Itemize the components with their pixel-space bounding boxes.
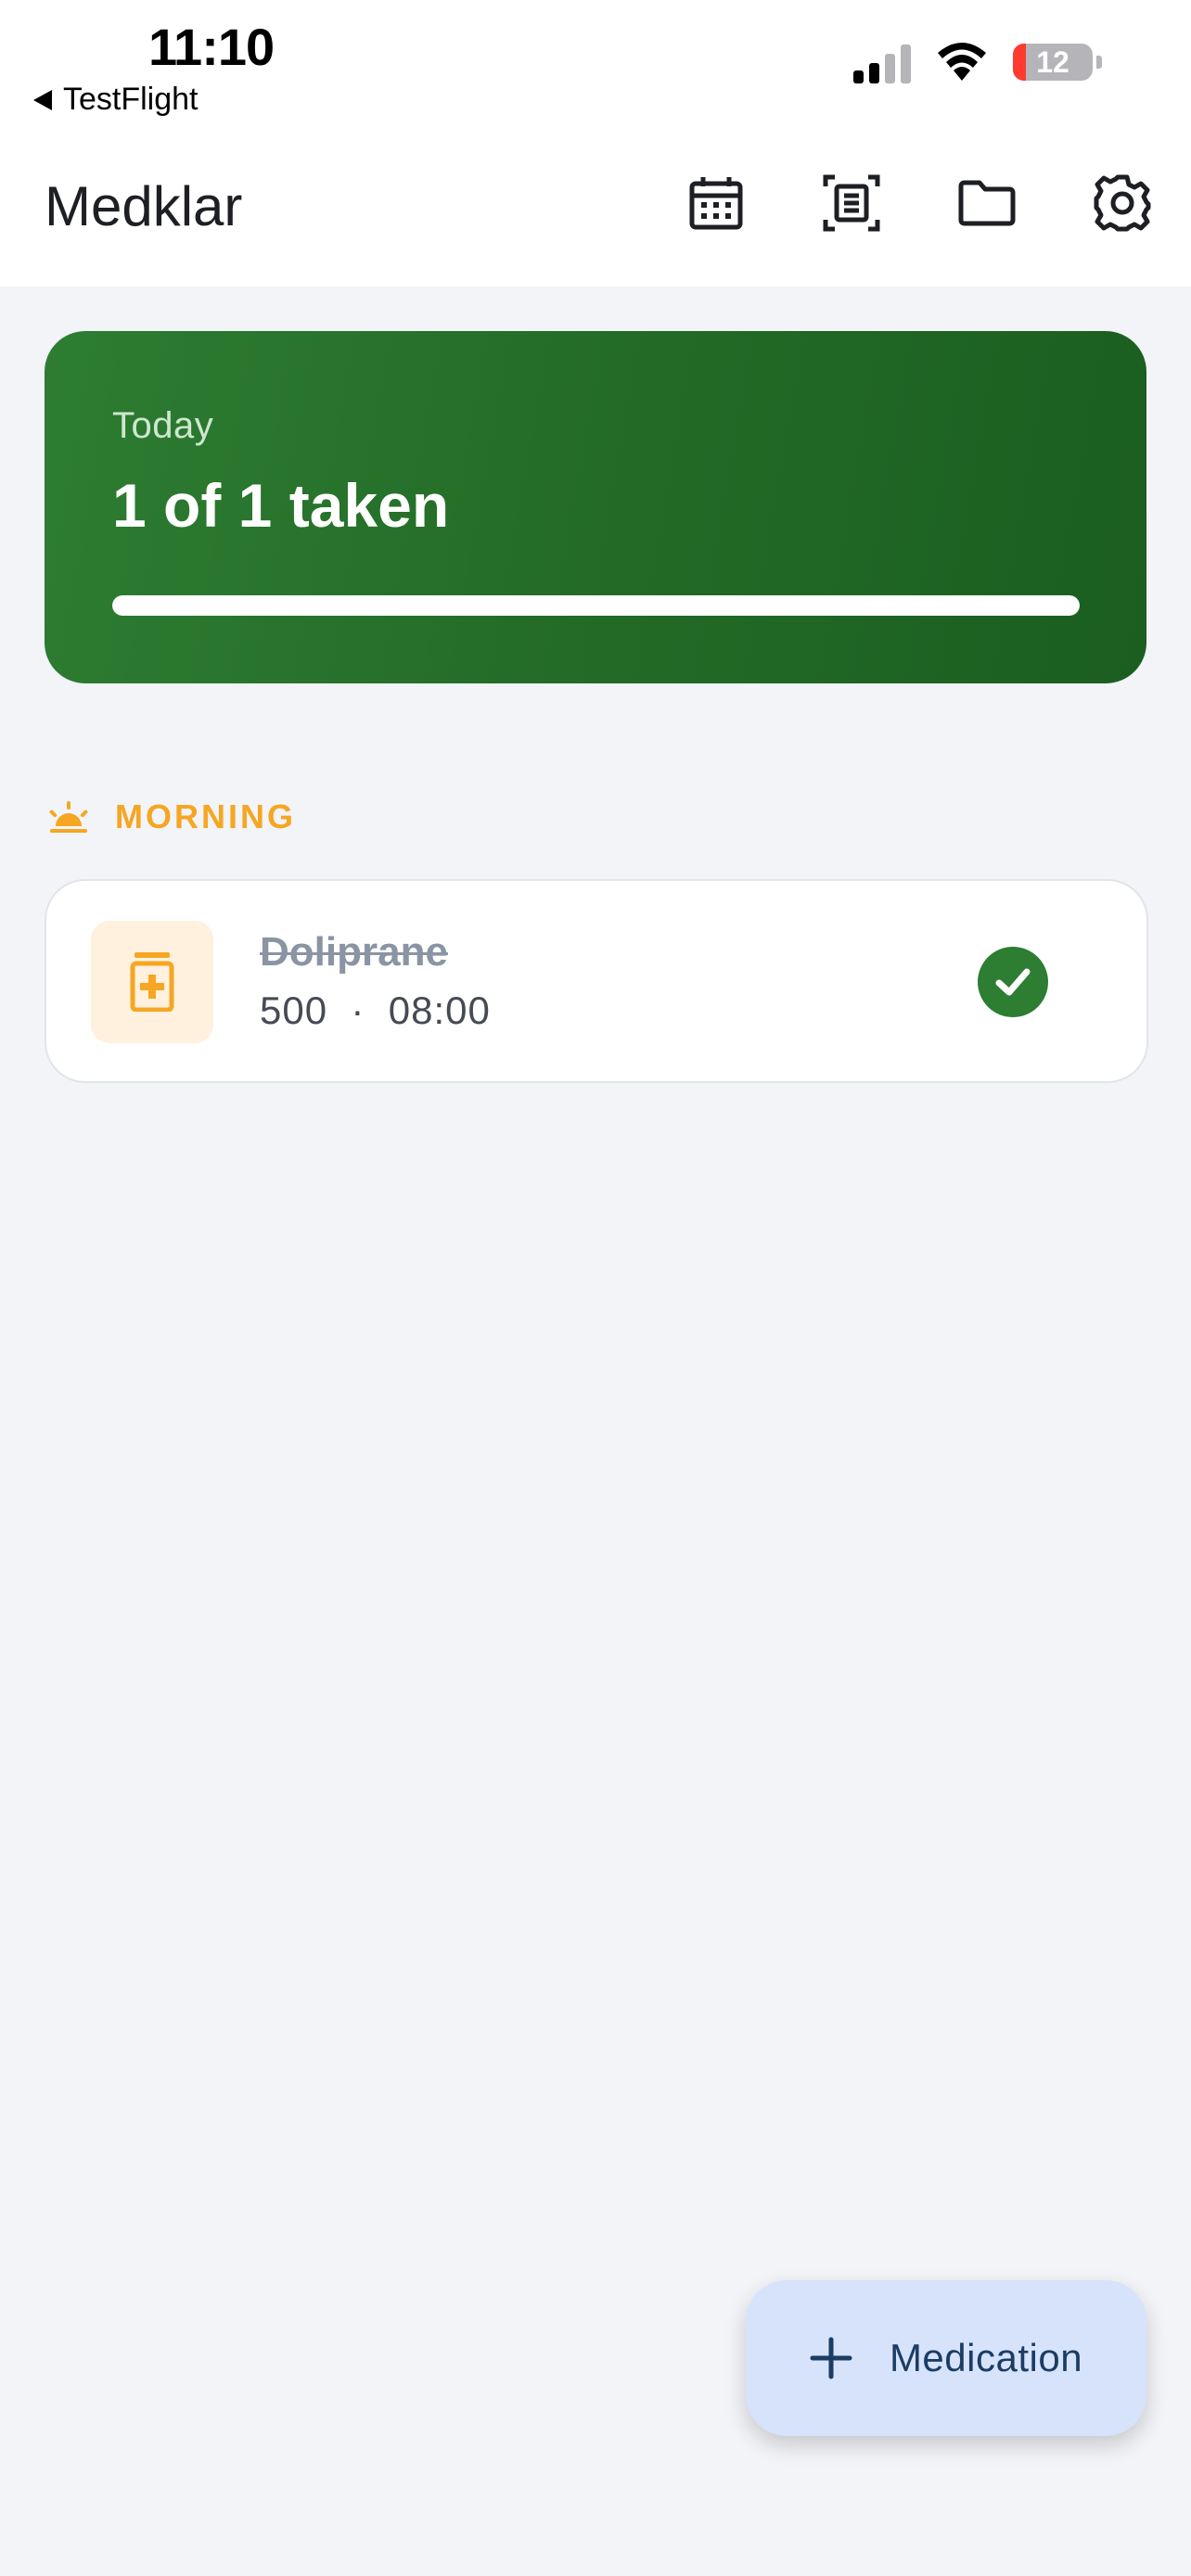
status-indicators: 12 (853, 41, 1102, 83)
summary-label: Today (112, 405, 214, 446)
section-title: MORNING (115, 797, 296, 835)
cellular-signal-icon (853, 41, 911, 83)
progress-fill (112, 595, 1080, 616)
add-medication-label: Medication (889, 2336, 1083, 2379)
sunrise-icon (49, 801, 88, 833)
battery-icon: 12 (1013, 44, 1093, 81)
settings-button[interactable] (1093, 172, 1152, 234)
section-header-morning: MORNING (46, 797, 296, 836)
back-arrow-icon (33, 89, 52, 110)
plus-icon (810, 2337, 852, 2379)
medication-card[interactable]: Doliprane 500 · 08:00 (45, 879, 1148, 1083)
back-app-label: TestFlight (63, 82, 198, 117)
medicine-bottle-icon (130, 952, 174, 1012)
gear-icon (1094, 174, 1151, 232)
app-title: Medklar (45, 175, 243, 237)
summary-value: 1 of 1 taken (112, 471, 450, 540)
document-scan-icon (823, 174, 880, 232)
wifi-icon (938, 43, 986, 81)
folder-button[interactable] (957, 172, 1017, 234)
medication-detail: 500 · 08:00 (260, 988, 491, 1032)
app-toolbar (686, 172, 1152, 234)
battery-percent: 12 (1036, 45, 1069, 79)
calendar-button[interactable] (686, 172, 746, 234)
today-summary-card: Today 1 of 1 taken (45, 331, 1146, 683)
medication-icon-box (91, 921, 213, 1043)
taken-check-button[interactable] (978, 947, 1048, 1017)
back-to-app-link[interactable]: TestFlight (33, 82, 198, 118)
folder-icon (958, 180, 1016, 226)
document-scan-button[interactable] (822, 172, 881, 234)
top-bar: 11:10 TestFlight 12 Medklar (0, 0, 1191, 287)
medication-name: Doliprane (260, 929, 448, 975)
calendar-icon (689, 177, 743, 230)
progress-bar (112, 595, 1080, 616)
add-medication-button[interactable]: Medication (746, 2280, 1146, 2436)
status-time: 11:10 (148, 18, 275, 76)
check-icon (995, 968, 1031, 996)
